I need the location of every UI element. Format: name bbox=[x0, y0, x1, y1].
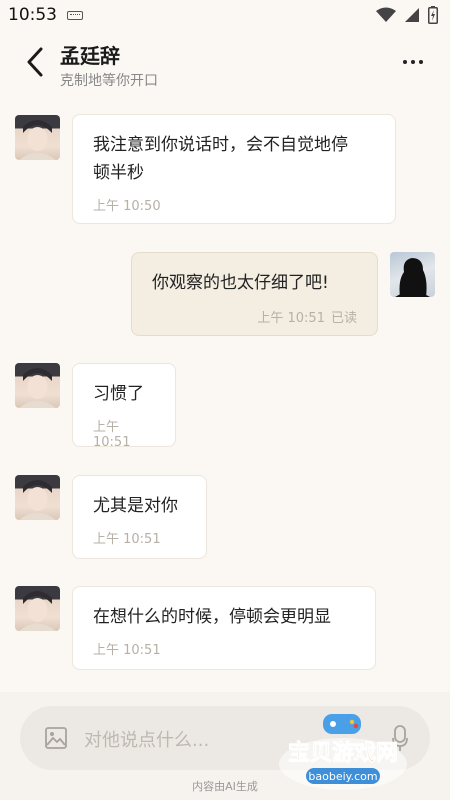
portrait-icon bbox=[19, 480, 56, 520]
wifi-icon bbox=[376, 7, 396, 22]
more-dot-icon bbox=[411, 60, 415, 64]
keyboard-icon bbox=[67, 10, 83, 20]
status-bar: 10:53 bbox=[0, 0, 450, 30]
watermark-url: baobeiy.com bbox=[308, 770, 377, 783]
read-receipt: 已读 bbox=[330, 311, 357, 326]
message-time: 上午 10:51 bbox=[257, 311, 325, 326]
chevron-left-icon bbox=[27, 47, 43, 77]
contact-avatar[interactable] bbox=[15, 363, 60, 408]
image-icon[interactable] bbox=[44, 726, 68, 750]
message-bubble-received[interactable]: 习惯了 上午 10:51 bbox=[72, 363, 176, 450]
contact-status: 克制地等你开口 bbox=[60, 73, 158, 89]
message-meta: 上午 10:51 已读 bbox=[152, 307, 357, 326]
message-text: 尤其是对你 bbox=[93, 496, 178, 516]
message-text: 你观察的也太仔细了吧! bbox=[152, 273, 329, 293]
message-time: 上午 10:51 bbox=[93, 643, 161, 658]
more-options-button[interactable] bbox=[398, 50, 428, 74]
portrait-icon bbox=[19, 368, 56, 408]
portrait-icon bbox=[19, 120, 56, 160]
back-button[interactable] bbox=[20, 44, 50, 80]
more-dot-icon bbox=[419, 60, 423, 64]
more-dot-icon bbox=[403, 60, 407, 64]
message-bubble-received[interactable]: 尤其是对你 上午 10:51 bbox=[72, 475, 207, 559]
battery-icon bbox=[428, 6, 438, 24]
signal-icon bbox=[405, 8, 419, 22]
watermark-logo: 宝贝游戏网 baobeiy.com bbox=[268, 712, 418, 792]
contact-name: 孟廷辞 bbox=[60, 44, 120, 68]
message-bubble-received[interactable]: 我注意到你说话时，会不自觉地停 顿半秒 上午 10:50 bbox=[72, 114, 396, 224]
user-avatar[interactable] bbox=[390, 252, 435, 297]
status-time: 10:53 bbox=[8, 5, 57, 25]
contact-avatar[interactable] bbox=[15, 115, 60, 160]
chat-header: 孟廷辞 克制地等你开口 bbox=[0, 30, 450, 96]
status-icons bbox=[376, 6, 438, 24]
message-text: 习惯了 bbox=[93, 384, 144, 404]
message-bubble-received[interactable]: 在想什么的时候，停顿会更明显 上午 10:51 bbox=[72, 586, 376, 670]
watermark-graphic: 宝贝游戏网 baobeiy.com bbox=[279, 714, 407, 790]
message-time: 上午 10:51 bbox=[93, 420, 131, 450]
input-placeholder: 对他说点什么... bbox=[84, 730, 210, 751]
contact-avatar[interactable] bbox=[15, 475, 60, 520]
message-time: 上午 10:51 bbox=[93, 532, 161, 547]
portrait-icon bbox=[19, 591, 56, 631]
silhouette-icon bbox=[395, 258, 430, 297]
watermark-brand: 宝贝游戏网 bbox=[288, 740, 398, 766]
message-text: 我注意到你说话时，会不自觉地停 bbox=[93, 135, 348, 155]
message-time: 上午 10:50 bbox=[93, 199, 161, 214]
contact-avatar[interactable] bbox=[15, 586, 60, 631]
message-bubble-sent[interactable]: 你观察的也太仔细了吧! 上午 10:51 已读 bbox=[131, 252, 378, 336]
message-text: 顿半秒 bbox=[93, 163, 144, 183]
message-text: 在想什么的时候，停顿会更明显 bbox=[93, 607, 331, 627]
